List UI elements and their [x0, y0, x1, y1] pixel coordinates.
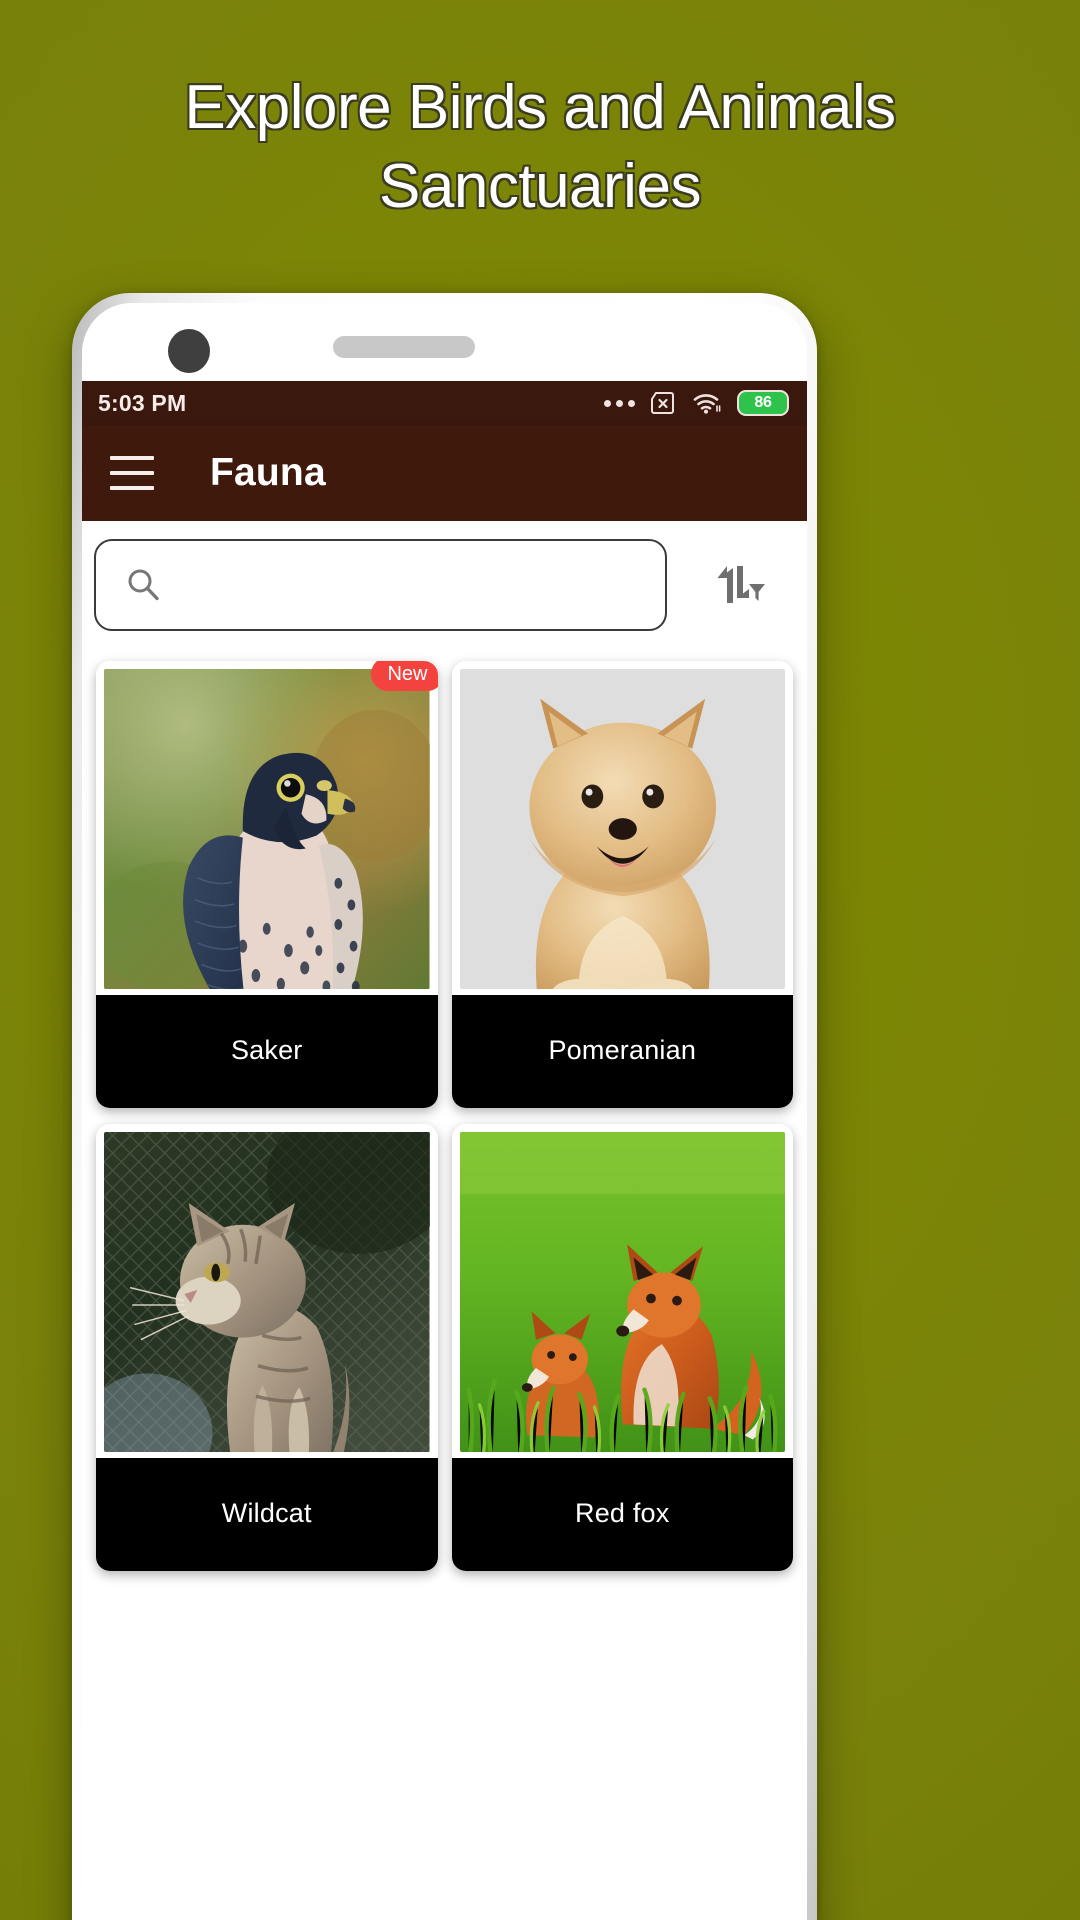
phone-notch-bar: [82, 303, 807, 381]
promo-headline: Explore Birds and Animals Sanctuaries: [0, 68, 1080, 227]
search-icon: [124, 566, 162, 604]
phone-screen: 5:03 PM 86 Fauna New Saker Pomeranian Wi…: [82, 303, 807, 1920]
search-input[interactable]: [162, 569, 665, 601]
animal-card-title: Red fox: [451, 1458, 793, 1571]
animal-card[interactable]: Pomeranian: [451, 661, 793, 1108]
card-media: [451, 1124, 793, 1458]
status-bar-clock: 5:03 PM: [98, 389, 187, 416]
battery-icon: 86: [737, 390, 789, 416]
animal-card[interactable]: Red fox: [451, 1124, 793, 1571]
promo-headline-line-2: Sanctuaries: [379, 152, 701, 222]
app-bar: Fauna: [82, 425, 807, 521]
search-row: [82, 521, 807, 647]
animal-card-title: Pomeranian: [451, 995, 793, 1108]
animal-thumbnail: [104, 1132, 430, 1452]
wifi-icon: [692, 391, 722, 415]
animal-card-grid: New Saker Pomeranian Wildcat Red fox: [82, 647, 807, 1571]
animal-thumbnail: [459, 669, 785, 989]
sort-filter-icon[interactable]: [691, 539, 783, 631]
status-badge: New: [371, 661, 438, 691]
hamburger-menu-icon[interactable]: [110, 456, 154, 490]
page-title: Fauna: [210, 451, 326, 494]
status-bar-icons: 86: [604, 390, 789, 416]
animal-card[interactable]: Wildcat: [96, 1124, 438, 1571]
animal-card-title: Saker: [96, 995, 438, 1108]
battery-level-label: 86: [754, 394, 772, 411]
front-camera-icon: [168, 329, 210, 373]
search-box[interactable]: [94, 539, 667, 631]
promo-headline-line-1: Explore Birds and Animals: [184, 73, 896, 142]
animal-thumbnail: [459, 1132, 785, 1452]
no-sim-icon: [650, 392, 677, 414]
status-bar: 5:03 PM 86: [82, 381, 807, 425]
more-dots-icon: [604, 399, 635, 407]
phone-mockup-frame: 5:03 PM 86 Fauna New Saker Pomeranian Wi…: [72, 293, 817, 1920]
card-media: [451, 661, 793, 995]
animal-card-title: Wildcat: [96, 1458, 438, 1571]
earpiece-speaker: [333, 336, 475, 358]
card-media: [96, 1124, 438, 1458]
card-media: New: [96, 661, 438, 995]
animal-card[interactable]: New Saker: [96, 661, 438, 1108]
animal-thumbnail: [104, 669, 430, 989]
